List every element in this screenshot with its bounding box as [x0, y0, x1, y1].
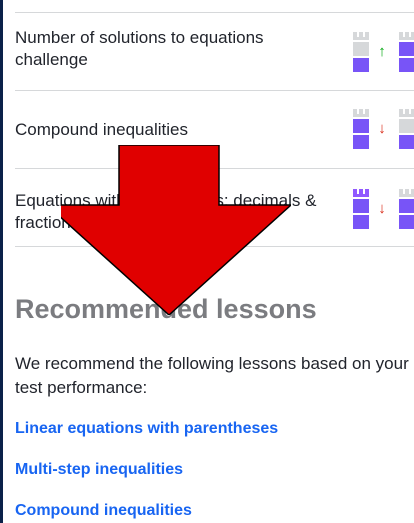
lesson-link[interactable]: Compound inequalities [15, 500, 192, 522]
change-arrow-icon: ↑ [378, 43, 386, 60]
mastery-after-icon [399, 32, 414, 72]
mastery-before-icon [353, 32, 369, 72]
change-arrow-icon: ↓ [378, 200, 386, 217]
mastery-after-icon [399, 109, 414, 149]
skill-name: Compound inequalities [15, 120, 188, 139]
mastery-change-indicator: ↑ [353, 32, 414, 72]
recommendation-description: We recommend the following lessons based… [15, 354, 409, 397]
mastery-change-indicator: ↓ [353, 189, 414, 229]
big-red-down-arrow-icon [61, 145, 291, 315]
change-arrow-icon: ↓ [378, 120, 386, 137]
skill-row: Number of solutions to equations challen… [15, 13, 414, 91]
lesson-link[interactable]: Linear equations with parentheses [15, 418, 278, 440]
mastery-before-icon [353, 189, 369, 229]
mastery-change-indicator: ↓ [353, 109, 414, 149]
left-border [0, 0, 3, 523]
skill-name: Number of solutions to equations challen… [15, 28, 264, 69]
mastery-before-icon [353, 109, 369, 149]
lesson-link[interactable]: Multi-step inequalities [15, 459, 183, 481]
mastery-after-icon [399, 189, 414, 229]
